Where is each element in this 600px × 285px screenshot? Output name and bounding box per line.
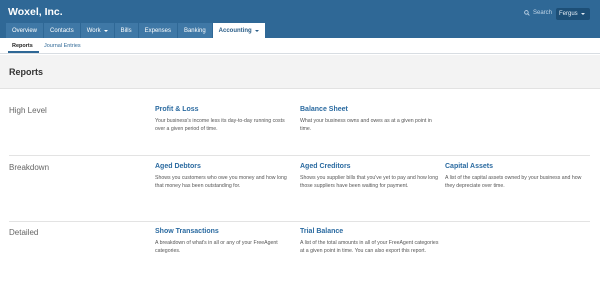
report-description: Shows you customers who owe you money an… — [155, 175, 287, 189]
report-trial-balance: Trial Balance A list of the total amount… — [300, 228, 440, 255]
section-divider — [9, 155, 590, 156]
report-show-transactions: Show Transactions A breakdown of what's … — [155, 228, 295, 255]
nav-label: Work — [86, 27, 101, 34]
nav-label: Bills — [120, 27, 132, 34]
report-description: Your business's income less its day-to-d… — [155, 118, 285, 132]
report-link[interactable]: Capital Assets — [445, 163, 585, 170]
sub-nav: Reports Journal Entries — [0, 38, 600, 54]
search-icon — [524, 10, 530, 16]
section-divider — [9, 221, 590, 222]
page-header: Reports — [0, 55, 600, 89]
chevron-down-icon — [254, 29, 259, 32]
search-label: Search — [533, 10, 553, 16]
section-label-breakdown: Breakdown — [9, 163, 50, 172]
report-link[interactable]: Trial Balance — [300, 228, 440, 235]
report-aged-debtors: Aged Debtors Shows you customers who owe… — [155, 163, 295, 190]
nav-work[interactable]: Work — [80, 23, 115, 38]
subnav-journal-entries[interactable]: Journal Entries — [44, 43, 81, 49]
nav-label: Expenses — [144, 27, 171, 34]
nav-accounting[interactable]: Accounting — [212, 23, 266, 38]
report-description: Shows you supplier bills that you've yet… — [300, 175, 438, 189]
nav-overview[interactable]: Overview — [6, 23, 45, 38]
report-balance-sheet: Balance Sheet What your business owns an… — [300, 106, 440, 133]
nav-label: Accounting — [218, 27, 252, 34]
nav-label: Contacts — [50, 27, 74, 34]
report-description: A list of the capital assets owned by yo… — [445, 175, 582, 189]
chevron-down-icon — [103, 29, 108, 32]
nav-label: Overview — [12, 27, 38, 34]
section-label-detailed: Detailed — [9, 228, 39, 237]
company-name[interactable]: Woxel, Inc. — [8, 6, 63, 18]
report-link[interactable]: Profit & Loss — [155, 106, 295, 113]
nav-bills[interactable]: Bills — [114, 23, 139, 38]
nav-banking[interactable]: Banking — [177, 23, 213, 38]
report-description: What your business owns and owes as at a… — [300, 118, 432, 132]
nav-expenses[interactable]: Expenses — [138, 23, 178, 38]
active-tab-indicator — [8, 51, 39, 53]
report-link[interactable]: Show Transactions — [155, 228, 295, 235]
report-description: A breakdown of what's in all or any of y… — [155, 240, 278, 254]
report-description: A list of the total amounts in all of yo… — [300, 240, 439, 254]
user-menu-button[interactable]: Fergus — [556, 8, 590, 20]
report-link[interactable]: Balance Sheet — [300, 106, 440, 113]
chevron-down-icon — [580, 13, 585, 15]
report-link[interactable]: Aged Creditors — [300, 163, 440, 170]
report-link[interactable]: Aged Debtors — [155, 163, 295, 170]
nav-label: Banking — [183, 27, 206, 34]
nav-contacts[interactable]: Contacts — [44, 23, 81, 38]
user-name: Fergus — [559, 11, 578, 17]
main-nav: Overview Contacts Work Bills Expenses Ba… — [6, 23, 266, 38]
top-bar: Woxel, Inc. Search Fergus Overview Conta… — [0, 0, 600, 38]
report-capital-assets: Capital Assets A list of the capital ass… — [445, 163, 585, 190]
subnav-reports[interactable]: Reports — [12, 43, 33, 49]
report-profit-loss: Profit & Loss Your business's income les… — [155, 106, 295, 133]
search-link[interactable]: Search — [524, 10, 552, 16]
report-aged-creditors: Aged Creditors Shows you supplier bills … — [300, 163, 440, 190]
page-title: Reports — [9, 67, 44, 77]
section-label-high-level: High Level — [9, 106, 47, 115]
